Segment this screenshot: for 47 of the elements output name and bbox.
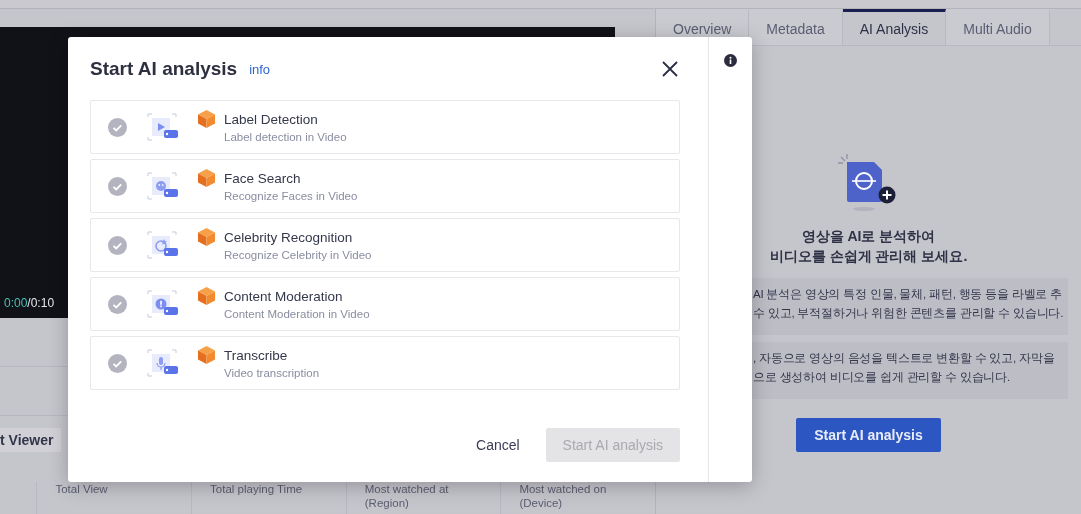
- tab[interactable]: Multi Audio: [946, 9, 1050, 45]
- feature-icon: [145, 229, 179, 261]
- info-link[interactable]: info: [249, 61, 271, 77]
- stat-label: Total playing Time: [210, 483, 303, 495]
- playback-time: 0:00/0:10: [3, 296, 55, 312]
- feature-name: Face Search: [224, 170, 302, 186]
- check-circle-icon[interactable]: [108, 117, 127, 137]
- start-analysis-button[interactable]: Start AI analysis: [796, 418, 941, 452]
- panel-heading: 영상을 AI로 분석하여: [800, 227, 937, 246]
- feature-description: Video transcription: [224, 366, 320, 379]
- dialog-title: Start AI analysis: [90, 58, 238, 80]
- feature-description: Recognize Celebrity in Video: [224, 248, 372, 261]
- check-circle-icon[interactable]: [108, 176, 127, 196]
- feature-option[interactable]: Celebrity Recognition Recognize Celebrity in Video: [90, 218, 680, 272]
- feature-description: Content Moderation in Video: [224, 307, 370, 320]
- feature-description: Recognize Faces in Video: [224, 189, 358, 202]
- check-circle-icon[interactable]: [108, 235, 127, 255]
- cube-icon: [198, 169, 215, 187]
- feature-name: Transcribe: [224, 347, 289, 363]
- cube-icon: [198, 287, 215, 305]
- cancel-button[interactable]: Cancel: [468, 429, 528, 461]
- feature-icon: [145, 170, 179, 202]
- cube-icon: [198, 346, 215, 364]
- cube-icon: [198, 110, 215, 128]
- feature-name: Content Moderation: [224, 288, 344, 304]
- feature-name: Label Detection: [224, 111, 319, 127]
- feature-icon: [145, 111, 179, 143]
- feature-option[interactable]: Face Search Recognize Faces in Video: [90, 159, 680, 213]
- panel-heading: 비디오를 손쉽게 관리해 보세요.: [769, 247, 968, 266]
- check-circle-icon[interactable]: [108, 353, 127, 373]
- check-circle-icon[interactable]: [108, 294, 127, 314]
- stat-label: Total View: [55, 483, 108, 495]
- feature-option[interactable]: Transcribe Video transcription: [90, 336, 680, 390]
- feature-icon: [145, 288, 179, 320]
- tab[interactable]: Metadata: [749, 9, 843, 45]
- feature-option[interactable]: Label Detection Label detection in Video: [90, 100, 680, 154]
- cube-icon: [198, 228, 215, 246]
- tab[interactable]: AI Analysis: [842, 9, 947, 45]
- stat-label: Most watched on (Device): [519, 483, 607, 509]
- feature-icon: [145, 347, 179, 379]
- close-icon[interactable]: [660, 59, 680, 79]
- feature-option[interactable]: Content Moderation Content Moderation in Video: [90, 277, 680, 331]
- feature-name: Celebrity Recognition: [224, 229, 354, 245]
- feature-description: Label detection in Video: [224, 130, 347, 143]
- info-icon[interactable]: [724, 54, 737, 67]
- section-tab[interactable]: t Viewer: [0, 428, 62, 452]
- stat-label: Most watched at (Region): [364, 483, 449, 509]
